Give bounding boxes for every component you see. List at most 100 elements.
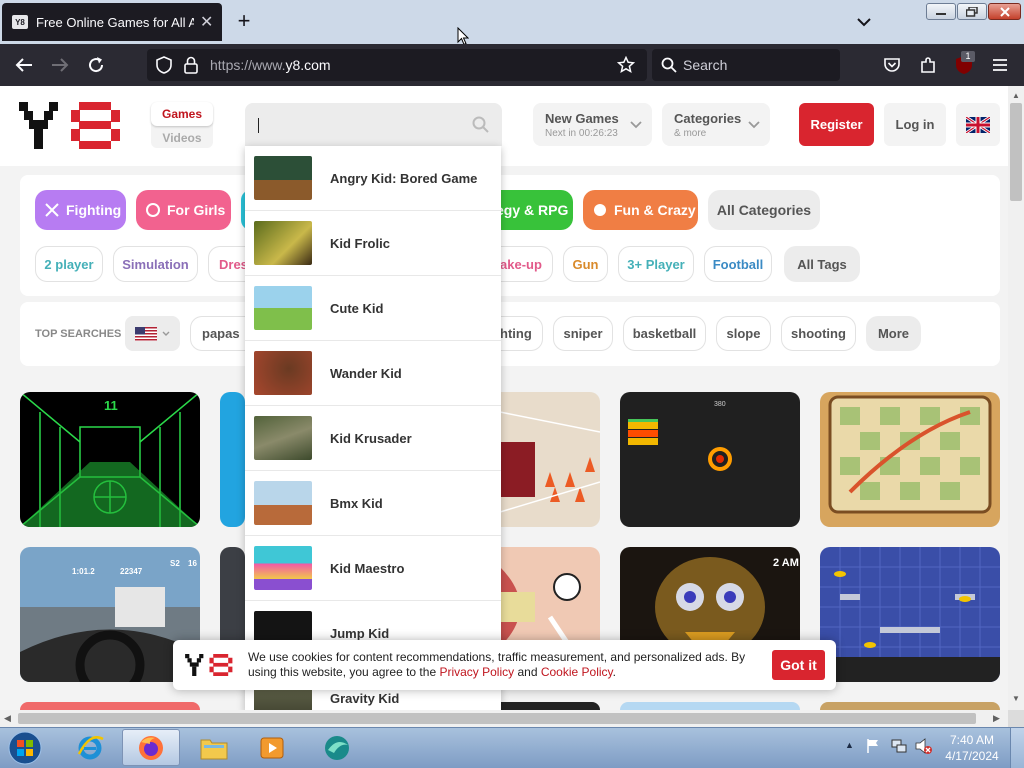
- game-thumbnail-snakes-ladders[interactable]: [820, 392, 1000, 527]
- game-thumbnail-orbit[interactable]: 380: [620, 392, 800, 527]
- category-fighting[interactable]: Fighting: [35, 190, 126, 230]
- action-center-flag-icon[interactable]: [865, 738, 881, 759]
- register-button[interactable]: Register: [799, 103, 874, 146]
- tab-close-icon[interactable]: ✕: [200, 12, 213, 32]
- scroll-left-arrow-icon[interactable]: ◀: [4, 713, 11, 724]
- game-thumbnail-partial[interactable]: [500, 702, 600, 710]
- all-categories-button[interactable]: All Categories: [708, 190, 820, 230]
- scroll-up-arrow-icon[interactable]: ▲: [1012, 91, 1020, 100]
- y8-logo[interactable]: [19, 102, 121, 154]
- suggestion-thumbnail: [254, 481, 312, 525]
- search-chip[interactable]: sniper: [553, 316, 613, 351]
- more-searches-button[interactable]: More: [866, 316, 921, 351]
- suggestion-angry-kid[interactable]: Angry Kid: Bored Game: [245, 146, 501, 211]
- suggestion-cute-kid[interactable]: Cute Kid: [245, 276, 501, 341]
- extensions-puzzle-icon[interactable]: [917, 54, 939, 76]
- tag-simulation[interactable]: Simulation: [113, 246, 198, 282]
- scroll-right-arrow-icon[interactable]: ▶: [993, 713, 1000, 724]
- list-all-tabs-icon[interactable]: [854, 12, 874, 32]
- horizontal-scrollbar[interactable]: ◀ ▶: [0, 710, 1008, 727]
- search-icon: [658, 54, 680, 76]
- browser-search-bar[interactable]: [652, 49, 840, 81]
- all-tags-button[interactable]: All Tags: [784, 246, 860, 282]
- taskbar-app-button[interactable]: [315, 729, 359, 766]
- tag-make-up[interactable]: ake-up: [500, 246, 553, 282]
- tag-label: ake-up: [500, 256, 542, 272]
- start-button[interactable]: [5, 728, 45, 768]
- game-thumbnail-partial[interactable]: [20, 702, 200, 710]
- horizontal-scroll-thumb[interactable]: [18, 713, 976, 724]
- tag-football[interactable]: Football: [704, 246, 772, 282]
- tag-2-player[interactable]: 2 player: [35, 246, 103, 282]
- tag-dress-up[interactable]: Dres: [208, 246, 248, 282]
- pocket-icon[interactable]: [881, 54, 903, 76]
- site-search-icon[interactable]: [472, 116, 489, 138]
- network-icon[interactable]: [891, 738, 907, 759]
- tag-gun[interactable]: Gun: [563, 246, 608, 282]
- scroll-down-arrow-icon[interactable]: ▼: [1012, 694, 1020, 703]
- bookmark-star-icon[interactable]: [615, 54, 637, 76]
- show-desktop-button[interactable]: [1010, 728, 1024, 768]
- privacy-policy-link[interactable]: Privacy Policy: [439, 665, 514, 679]
- forward-arrow-icon[interactable]: [49, 54, 71, 76]
- nav-videos-button[interactable]: Videos: [151, 128, 213, 148]
- new-games-dropdown[interactable]: New Games Next in 00:26:23: [533, 103, 652, 146]
- suggestion-kid-krusader[interactable]: Kid Krusader: [245, 406, 501, 471]
- cookie-got-it-button[interactable]: Got it: [772, 650, 825, 680]
- suggestion-kid-frolic[interactable]: Kid Frolic: [245, 211, 501, 276]
- login-button[interactable]: Log in: [884, 103, 946, 146]
- taskbar-media-player-button[interactable]: [250, 729, 294, 766]
- back-arrow-icon[interactable]: [13, 54, 35, 76]
- search-chip[interactable]: basketball: [623, 316, 706, 351]
- volume-muted-icon[interactable]: [915, 738, 933, 759]
- vertical-scrollbar[interactable]: ▲ ▼: [1008, 86, 1024, 710]
- suggestion-label: Gravity Kid: [330, 690, 400, 706]
- vertical-scroll-thumb[interactable]: [1010, 103, 1022, 201]
- category-fun-crazy[interactable]: Fun & Crazy: [583, 190, 698, 230]
- new-tab-button[interactable]: +: [234, 10, 254, 32]
- search-chip[interactable]: hting: [500, 316, 543, 351]
- site-search-input[interactable]: [245, 103, 502, 146]
- tag-3-plus-player[interactable]: 3+ Player: [618, 246, 694, 282]
- game-thumbnail-partial[interactable]: [220, 392, 245, 527]
- language-selector[interactable]: [956, 103, 1000, 146]
- suggestion-wander-kid[interactable]: Wander Kid: [245, 341, 501, 406]
- tracking-protection-shield-icon[interactable]: [153, 54, 175, 76]
- uk-flag-icon: [966, 116, 990, 133]
- chevron-down-icon: [162, 331, 170, 336]
- new-games-countdown: Next in 00:26:23: [545, 127, 618, 139]
- category-strategy-rpg[interactable]: egy & RPG: [490, 190, 573, 230]
- restore-window-button[interactable]: [957, 3, 987, 20]
- game-thumbnail-parking[interactable]: [500, 392, 600, 527]
- url-text[interactable]: https://www.y8.com: [210, 57, 331, 73]
- taskbar-ie-button[interactable]: [68, 729, 112, 766]
- minimize-window-button[interactable]: [926, 3, 956, 20]
- clock-date: 4/17/2024: [945, 749, 999, 763]
- search-chip[interactable]: papas: [190, 316, 245, 351]
- game-thumbnail-partial[interactable]: [620, 702, 800, 710]
- search-chip[interactable]: slope: [716, 316, 771, 351]
- search-chip-label: basketball: [632, 326, 697, 341]
- text-cursor: [258, 118, 259, 133]
- search-chip[interactable]: shooting: [781, 316, 856, 351]
- taskbar-clock[interactable]: 7:40 AM 4/17/2024: [941, 733, 1003, 763]
- suggestion-kid-maestro[interactable]: Kid Maestro: [245, 536, 501, 601]
- categories-dropdown[interactable]: Categories & more: [662, 103, 770, 146]
- game-thumbnail-platformer[interactable]: [820, 547, 1000, 682]
- game-thumbnail-partial[interactable]: [820, 702, 1000, 710]
- lock-icon[interactable]: [180, 54, 202, 76]
- reload-icon[interactable]: [85, 54, 107, 76]
- region-selector[interactable]: [125, 316, 180, 351]
- browser-tab-active[interactable]: Y8 Free Online Games for All Ages ✕: [2, 3, 222, 41]
- nav-games-button[interactable]: Games: [151, 102, 213, 126]
- hamburger-menu-icon[interactable]: [989, 54, 1011, 76]
- taskbar-explorer-button[interactable]: [192, 729, 236, 766]
- show-hidden-icons-arrow-icon[interactable]: ▲: [845, 740, 854, 750]
- cookie-policy-link[interactable]: Cookie Policy: [541, 665, 613, 679]
- suggestion-bmx-kid[interactable]: Bmx Kid: [245, 471, 501, 536]
- taskbar-firefox-button[interactable]: [122, 729, 180, 766]
- suggestion-thumbnail: [254, 221, 312, 265]
- game-thumbnail-neon-tunnel[interactable]: 11: [20, 392, 200, 527]
- category-for-girls[interactable]: For Girls: [136, 190, 231, 230]
- close-window-button[interactable]: [988, 3, 1021, 20]
